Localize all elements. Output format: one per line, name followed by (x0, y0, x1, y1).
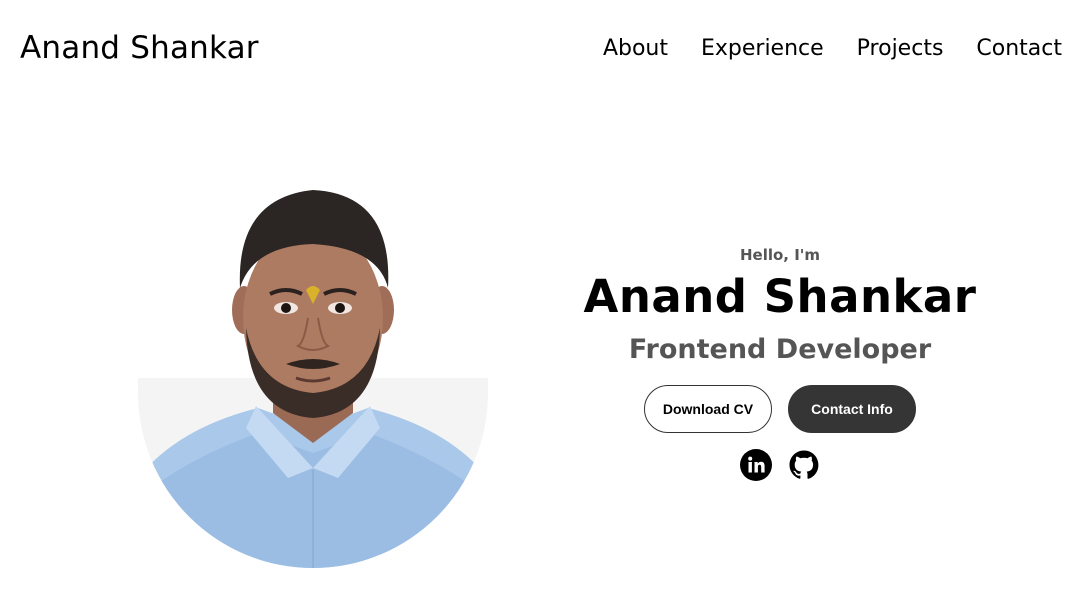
linkedin-icon[interactable] (740, 449, 772, 481)
site-logo[interactable]: Anand Shankar (20, 30, 259, 66)
greeting-text: Hello, I'm (739, 246, 821, 264)
contact-info-button[interactable]: Contact Info (788, 385, 916, 433)
hero-name: Anand Shankar (583, 270, 977, 323)
hero-role: Frontend Developer (628, 334, 932, 365)
nav-links: About Experience Projects Contact (603, 36, 1062, 61)
cta-buttons: Download CV Contact Info (560, 385, 1000, 433)
nav-link-about[interactable]: About (603, 36, 668, 61)
nav-link-experience[interactable]: Experience (701, 36, 824, 61)
profile-picture (138, 178, 488, 568)
intro-block: Hello, I'm Anand Shankar Frontend Develo… (560, 240, 1000, 481)
profile-picture-container (110, 170, 510, 570)
nav-link-projects[interactable]: Projects (857, 36, 944, 61)
github-icon[interactable] (788, 449, 820, 481)
nav-link-contact[interactable]: Contact (976, 36, 1062, 61)
navbar: Anand Shankar About Experience Projects … (0, 0, 1082, 104)
download-cv-button[interactable]: Download CV (644, 385, 772, 433)
social-links (560, 449, 1000, 481)
